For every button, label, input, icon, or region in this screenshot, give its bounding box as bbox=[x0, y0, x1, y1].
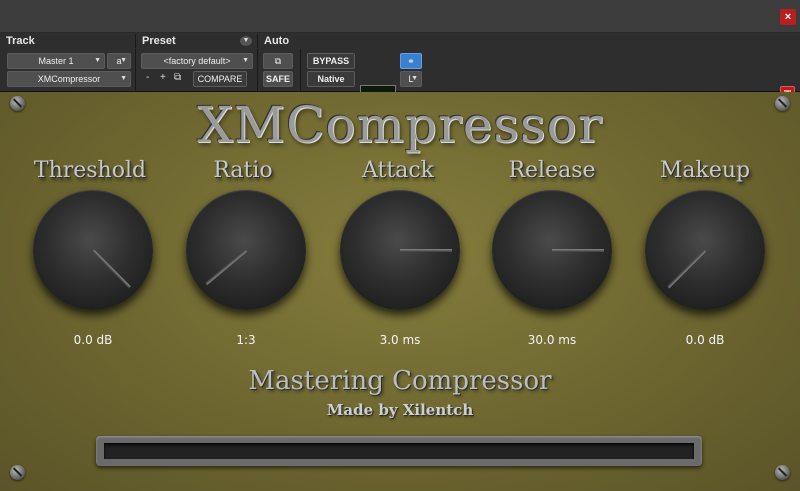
knob-pointer bbox=[552, 249, 604, 252]
chevron-down-icon: ▼ bbox=[120, 57, 127, 64]
attack-value: 3.0 ms bbox=[379, 333, 421, 347]
screw-icon bbox=[775, 465, 790, 480]
preset-name: <factory default> bbox=[163, 56, 231, 66]
track-name: Master 1 bbox=[38, 56, 74, 66]
knob-pointer bbox=[667, 249, 707, 289]
knob-pointer bbox=[205, 249, 247, 286]
automation-button[interactable]: ⧉ bbox=[263, 53, 293, 69]
threshold-value: 0.0 dB bbox=[73, 333, 113, 347]
chevron-down-icon: ▼ bbox=[120, 75, 127, 82]
divider bbox=[135, 49, 136, 91]
plugin-header: Track Preset Auto Master 1 ▼ a ▼ XMCompr… bbox=[0, 33, 800, 119]
threshold-knob[interactable] bbox=[33, 190, 153, 310]
ratio-label: Ratio bbox=[213, 158, 273, 183]
release-knob[interactable] bbox=[492, 190, 612, 310]
divider bbox=[300, 49, 301, 91]
makeup-label: Makeup bbox=[659, 158, 751, 183]
track-suffix-selector[interactable]: a ▼ bbox=[107, 53, 131, 69]
close-button[interactable]: × bbox=[780, 9, 796, 25]
bypass-button[interactable]: BYPASS bbox=[307, 53, 355, 69]
preset-selector[interactable]: <factory default> ▼ bbox=[141, 53, 253, 69]
attack-knob[interactable] bbox=[340, 190, 460, 310]
plugin-credit: Made by Xilentch bbox=[326, 401, 474, 419]
next-preset-button[interactable]: + bbox=[160, 71, 166, 85]
plugin-subtitle: Mastering Compressor bbox=[248, 366, 552, 396]
makeup-knob[interactable] bbox=[645, 190, 765, 310]
side-selector[interactable]: L ▼ bbox=[400, 71, 422, 87]
safe-button[interactable]: SAFE bbox=[263, 71, 293, 87]
auto-section-title: Auto bbox=[264, 35, 290, 47]
link-button[interactable]: ⚭ bbox=[400, 53, 422, 69]
plugin-panel: XMCompressor Threshold Ratio Attack Rele… bbox=[0, 92, 800, 491]
ratio-value: 1:3 bbox=[236, 333, 256, 347]
release-label: Release bbox=[508, 158, 596, 183]
attack-label: Attack bbox=[362, 158, 434, 183]
native-indicator: Native bbox=[307, 71, 355, 87]
track-selector[interactable]: Master 1 ▼ bbox=[7, 53, 105, 69]
compare-button[interactable]: COMPARE bbox=[193, 71, 247, 87]
previous-preset-button[interactable]: - bbox=[146, 71, 149, 85]
divider bbox=[257, 49, 258, 91]
screw-icon bbox=[10, 465, 25, 480]
link-icon: ⚭ bbox=[407, 56, 415, 66]
chevron-down-icon: ▼ bbox=[411, 75, 418, 82]
track-section-title: Track bbox=[0, 34, 136, 48]
preset-menu-icon[interactable]: ▼ bbox=[240, 36, 252, 46]
chevron-down-icon: ▼ bbox=[94, 57, 101, 64]
makeup-value: 0.0 dB bbox=[685, 333, 725, 347]
insert-name: XMCompressor bbox=[37, 74, 101, 84]
plugin-window: × Track Preset Auto Master 1 ▼ a ▼ XMCom… bbox=[0, 0, 800, 491]
meter-track bbox=[104, 443, 694, 459]
chevron-down-icon: ▼ bbox=[242, 57, 249, 64]
title-bar: × bbox=[0, 0, 800, 33]
threshold-label: Threshold bbox=[33, 158, 147, 183]
knob-pointer bbox=[400, 249, 452, 252]
release-value: 30.0 ms bbox=[527, 333, 577, 347]
automation-icon: ⧉ bbox=[274, 56, 282, 66]
knob-pointer bbox=[91, 249, 131, 289]
copy-icon[interactable]: ⧉ bbox=[174, 71, 181, 85]
insert-selector[interactable]: XMCompressor ▼ bbox=[7, 71, 131, 87]
gain-reduction-meter bbox=[96, 436, 702, 466]
ratio-knob[interactable] bbox=[186, 190, 306, 310]
plugin-title: XMCompressor bbox=[197, 96, 603, 154]
